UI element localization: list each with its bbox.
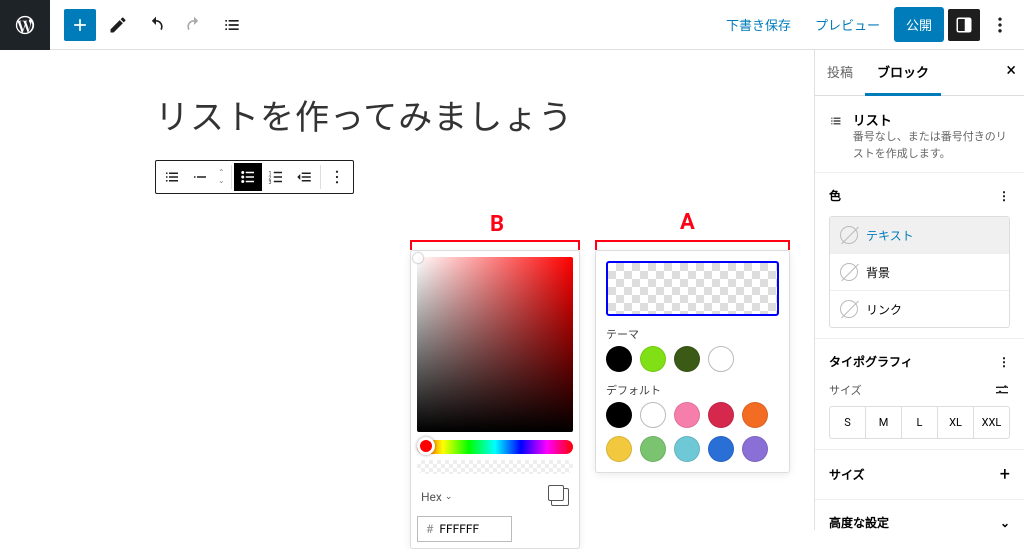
move-arrows[interactable]: ⌃⌄ (214, 169, 229, 185)
theme-swatch[interactable] (708, 346, 734, 372)
edit-mode-icon[interactable] (102, 9, 134, 41)
block-toolbar: ⌃⌄ 123 (155, 160, 354, 194)
section-color-title: 色 (829, 187, 841, 204)
default-swatch[interactable] (606, 402, 632, 428)
sidebar-tabs: 投稿 ブロック × (815, 50, 1024, 96)
hue-slider[interactable] (417, 440, 573, 454)
section-advanced[interactable]: 高度な設定⌄ (815, 499, 1024, 530)
bulleted-list-button[interactable] (234, 163, 262, 191)
editor-canvas: リストを作ってみましょう ⌃⌄ 123 リスト B A Hex⌄ (0, 50, 814, 530)
top-toolbar: 下書き保存 プレビュー 公開 (0, 0, 1024, 50)
list-item-icon[interactable] (186, 163, 214, 191)
color-text-row[interactable]: テキスト (830, 217, 1009, 253)
section-more-icon[interactable]: ⋮ (998, 189, 1010, 203)
theme-swatches (606, 346, 779, 372)
default-swatch[interactable] (674, 402, 700, 428)
numbered-list-button[interactable]: 123 (262, 163, 290, 191)
annotation-bracket-a (595, 240, 790, 248)
default-swatch[interactable] (674, 436, 700, 462)
tab-post[interactable]: 投稿 (815, 50, 865, 95)
default-swatches (606, 402, 779, 462)
save-draft-link[interactable]: 下書き保存 (716, 7, 801, 42)
section-typo-title: タイポグラフィ (829, 353, 913, 370)
default-swatch[interactable] (742, 436, 768, 462)
default-swatch[interactable] (708, 402, 734, 428)
annotation-b: B (490, 212, 504, 237)
size-s[interactable]: S (830, 407, 865, 438)
list-icon (829, 110, 843, 132)
annotation-a: A (680, 210, 695, 235)
default-swatch[interactable] (742, 402, 768, 428)
size-l[interactable]: L (901, 407, 937, 438)
default-swatch[interactable] (606, 436, 632, 462)
color-bg-row[interactable]: 背景 (830, 253, 1009, 290)
list-view-icon[interactable] (216, 9, 248, 41)
section-more-icon[interactable]: ⋮ (998, 355, 1010, 369)
publish-button[interactable]: 公開 (894, 7, 944, 42)
saturation-gradient[interactable] (417, 257, 573, 432)
tab-block[interactable]: ブロック (865, 50, 941, 96)
default-swatch[interactable] (640, 436, 666, 462)
hex-input[interactable]: #FFFFFF (417, 516, 512, 542)
color-swatches-panel: テーマ デフォルト (595, 250, 790, 473)
custom-color-picker: Hex⌄ #FFFFFF (410, 250, 580, 549)
undo-icon[interactable] (140, 9, 172, 41)
redo-icon[interactable] (178, 9, 210, 41)
preview-link[interactable]: プレビュー (805, 7, 890, 42)
wp-logo[interactable] (0, 0, 50, 50)
color-link-row[interactable]: リンク (830, 290, 1009, 327)
section-size[interactable]: サイズ+ (815, 449, 1024, 499)
transparent-preview[interactable] (606, 261, 779, 316)
size-buttons: SMLXLXXL (829, 406, 1010, 439)
size-xxl[interactable]: XXL (973, 407, 1009, 438)
format-select[interactable]: Hex⌄ (421, 490, 452, 504)
theme-swatch[interactable] (674, 346, 700, 372)
default-label: デフォルト (606, 382, 779, 398)
more-options-icon[interactable] (984, 9, 1016, 41)
annotation-bracket-b (410, 240, 580, 248)
settings-sidebar: 投稿 ブロック × リスト 番号なし、または番号付きのリストを作成します。 色 … (814, 50, 1024, 530)
block-description: 番号なし、または番号付きのリストを作成します。 (853, 129, 1010, 162)
theme-label: テーマ (606, 326, 779, 342)
block-more-icon[interactable] (323, 163, 351, 191)
settings-slider-icon[interactable] (994, 382, 1010, 398)
settings-toggle-button[interactable] (948, 9, 980, 41)
size-m[interactable]: M (865, 407, 901, 438)
block-name: リスト (853, 110, 1010, 129)
theme-swatch[interactable] (640, 346, 666, 372)
list-block-icon[interactable] (158, 163, 186, 191)
alpha-slider[interactable] (417, 460, 573, 474)
default-swatch[interactable] (708, 436, 734, 462)
add-block-button[interactable] (64, 9, 96, 41)
theme-swatch[interactable] (606, 346, 632, 372)
close-icon[interactable]: × (1006, 60, 1016, 81)
default-swatch[interactable] (640, 402, 666, 428)
post-title[interactable]: リストを作ってみましょう (155, 90, 814, 139)
svg-text:3: 3 (268, 180, 271, 186)
size-xl[interactable]: XL (937, 407, 973, 438)
outdent-button[interactable] (290, 163, 318, 191)
copy-icon[interactable] (551, 488, 569, 506)
size-label: サイズ (829, 382, 862, 398)
